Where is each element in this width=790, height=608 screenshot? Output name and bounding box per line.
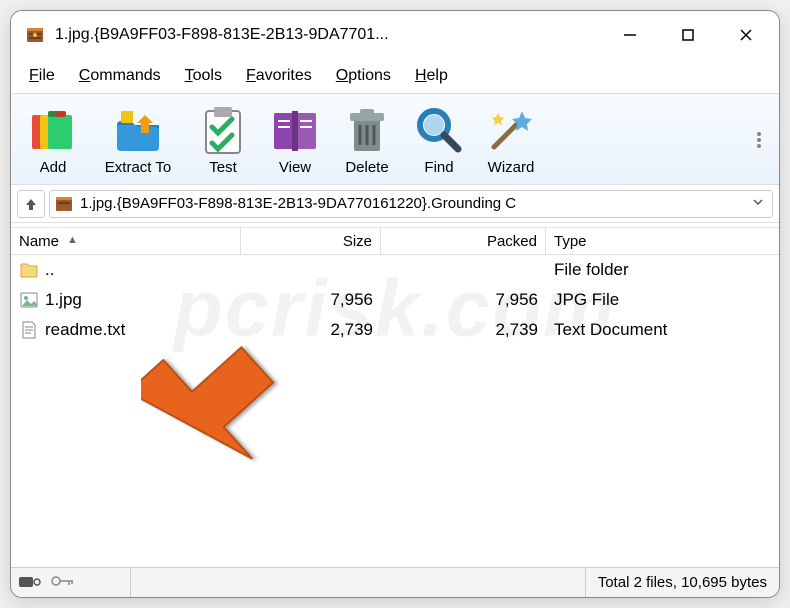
window-title: 1.jpg.{B9A9FF03-F898-813E-2B13-9DA7701..… [55,26,601,44]
close-button[interactable] [717,15,775,55]
column-type-label: Type [554,233,587,250]
column-size-label: Size [343,233,372,250]
status-summary: Total 2 files, 10,695 bytes [586,574,779,591]
column-name[interactable]: Name ▲ [11,228,241,254]
file-list: .. File folder 1.jpg 7,956 7,956 JPG Fil… [11,255,779,567]
address-text: 1.jpg.{B9A9FF03-F898-813E-2B13-9DA770161… [80,195,748,212]
window-controls [601,15,775,55]
file-type: Text Document [546,320,779,340]
text-file-icon [19,320,39,340]
titlebar: 1.jpg.{B9A9FF03-F898-813E-2B13-9DA7701..… [11,11,779,59]
address-field[interactable]: 1.jpg.{B9A9FF03-F898-813E-2B13-9DA770161… [49,190,773,218]
app-icon [25,25,45,45]
toolbar-overflow [547,94,773,184]
wizard-label: Wizard [488,159,535,176]
file-size: 7,956 [241,290,381,310]
file-name: .. [45,260,54,280]
add-icon [26,103,80,157]
extract-label: Extract To [105,159,171,176]
file-type: JPG File [546,290,779,310]
addressbar: 1.jpg.{B9A9FF03-F898-813E-2B13-9DA770161… [11,185,779,223]
find-button[interactable]: Find [403,95,475,183]
delete-button[interactable]: Delete [331,95,403,183]
sort-indicator-icon: ▲ [67,234,78,246]
test-icon [196,103,250,157]
wizard-button[interactable]: Wizard [475,95,547,183]
key-icon [51,573,75,593]
status-left [11,568,131,597]
file-name: 1.jpg [45,290,82,310]
find-label: Find [424,159,453,176]
menu-file[interactable]: File [17,63,67,89]
file-packed: 2,739 [381,320,546,340]
column-size[interactable]: Size [241,228,381,254]
lock-icon [19,573,43,593]
extract-icon [111,103,165,157]
up-button[interactable] [17,190,45,218]
add-button[interactable]: Add [17,95,89,183]
delete-icon [340,103,394,157]
file-type: File folder [546,260,779,280]
maximize-button[interactable] [659,15,717,55]
archive-icon [54,194,74,214]
add-label: Add [40,159,67,176]
extract-to-button[interactable]: Extract To [89,95,187,183]
view-label: View [279,159,311,176]
image-file-icon [19,290,39,310]
minimize-button[interactable] [601,15,659,55]
file-name: readme.txt [45,320,125,340]
menu-commands[interactable]: Commands [67,63,173,89]
column-name-label: Name [19,233,59,250]
wizard-icon [484,103,538,157]
column-packed-label: Packed [487,233,537,250]
app-window: 1.jpg.{B9A9FF03-F898-813E-2B13-9DA7701..… [10,10,780,598]
column-packed[interactable]: Packed [381,228,546,254]
view-button[interactable]: View [259,95,331,183]
view-icon [268,103,322,157]
overflow-icon[interactable] [753,104,769,174]
address-dropdown[interactable] [748,195,768,213]
chevron-down-icon [752,196,764,208]
list-item[interactable]: .. File folder [11,255,779,285]
list-item[interactable]: 1.jpg 7,956 7,956 JPG File [11,285,779,315]
menubar: File Commands Tools Favorites Options He… [11,59,779,93]
status-mid [131,568,586,597]
column-type[interactable]: Type [546,228,779,254]
list-item[interactable]: readme.txt 2,739 2,739 Text Document [11,315,779,345]
column-headers: Name ▲ Size Packed Type [11,227,779,255]
folder-icon [19,260,39,280]
menu-favorites[interactable]: Favorites [234,63,324,89]
menu-options[interactable]: Options [324,63,403,89]
statusbar: Total 2 files, 10,695 bytes [11,567,779,597]
menu-tools[interactable]: Tools [173,63,234,89]
test-button[interactable]: Test [187,95,259,183]
toolbar: Add Extract To Test View Delete [11,93,779,185]
file-packed: 7,956 [381,290,546,310]
delete-label: Delete [345,159,388,176]
menu-help[interactable]: Help [403,63,460,89]
file-size: 2,739 [241,320,381,340]
test-label: Test [209,159,237,176]
find-icon [412,103,466,157]
up-arrow-icon [23,196,39,212]
